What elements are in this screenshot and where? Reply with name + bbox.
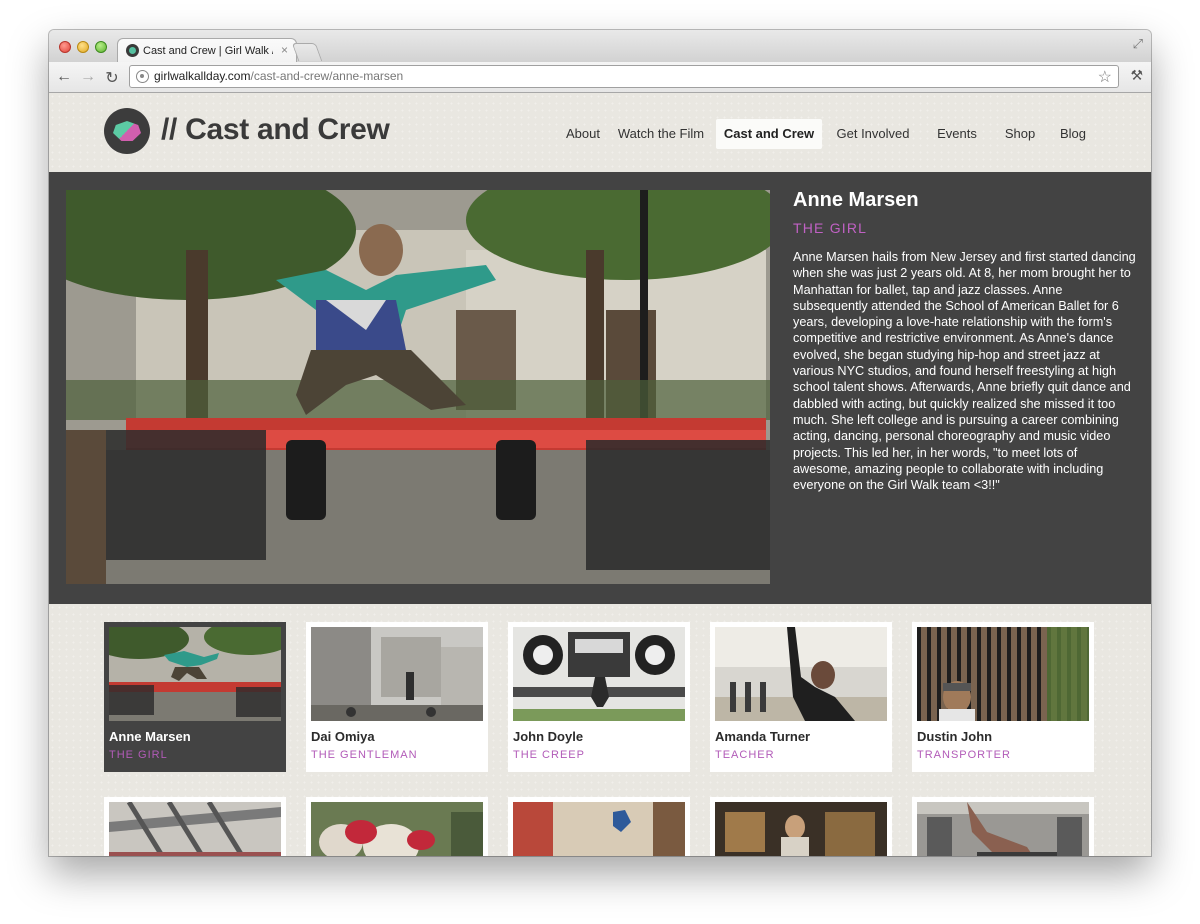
tab-close-icon[interactable]: × xyxy=(281,43,288,57)
minimize-window-button[interactable] xyxy=(77,41,89,53)
tab-title: Cast and Crew | Girl Walk // xyxy=(143,45,273,57)
zoom-window-button[interactable] xyxy=(95,41,107,53)
cast-card[interactable]: Dustin John TRANSPORTER xyxy=(912,622,1094,772)
nav-cast-and-crew[interactable]: Cast and Crew xyxy=(716,119,822,149)
cast-photo xyxy=(715,627,887,721)
forward-icon[interactable]: → xyxy=(79,68,97,86)
url-domain: girlwalkallday.com xyxy=(154,69,251,83)
cast-photo xyxy=(513,802,685,856)
web-page: // Cast and Crew About Watch the Film Ca… xyxy=(49,93,1151,856)
cast-card[interactable] xyxy=(508,797,690,856)
cast-card[interactable]: John Doyle THE CREEP xyxy=(508,622,690,772)
cast-role: THE GIRL xyxy=(109,749,168,761)
cast-card[interactable] xyxy=(306,797,488,856)
globe-icon xyxy=(136,70,149,83)
cast-photo xyxy=(917,802,1089,856)
nav-blog[interactable]: Blog xyxy=(1054,119,1092,149)
back-icon[interactable]: ← xyxy=(55,68,73,86)
cast-card[interactable] xyxy=(912,797,1094,856)
cast-name: Amanda Turner xyxy=(715,729,811,744)
cast-card[interactable]: Amanda Turner TEACHER xyxy=(710,622,892,772)
cast-name: Dustin John xyxy=(917,729,993,744)
cast-role: TEACHER xyxy=(715,749,775,761)
favicon-icon xyxy=(126,44,139,57)
featured-photo xyxy=(66,190,770,584)
cast-card[interactable]: Dai Omiya THE GENTLEMAN xyxy=(306,622,488,772)
cast-photo xyxy=(715,802,887,856)
featured-cast-panel: Anne Marsen THE GIRL Anne Marsen hails f… xyxy=(49,172,1151,604)
bookmark-star-icon[interactable]: ☆ xyxy=(1098,67,1112,87)
cast-role: THE GENTLEMAN xyxy=(311,749,418,761)
cast-card[interactable] xyxy=(710,797,892,856)
featured-role: THE GIRL xyxy=(793,220,868,236)
cast-photo xyxy=(917,627,1089,721)
site-logo[interactable] xyxy=(104,108,150,154)
cast-photo xyxy=(311,802,483,856)
new-tab-button[interactable] xyxy=(291,43,323,61)
cast-role: TRANSPORTER xyxy=(917,749,1011,761)
fullscreen-icon[interactable]: ⤢ xyxy=(1133,36,1143,52)
cast-name: Anne Marsen xyxy=(109,729,191,744)
title-bar: Cast and Crew | Girl Walk // × ⤢ xyxy=(49,30,1151,63)
reload-icon[interactable]: ↻ xyxy=(103,68,121,88)
nav-about[interactable]: About xyxy=(558,119,608,149)
nav-watch-the-film[interactable]: Watch the Film xyxy=(614,119,708,149)
address-bar[interactable]: girlwalkallday.com/cast-and-crew/anne-ma… xyxy=(129,65,1119,88)
browser-tab[interactable]: Cast and Crew | Girl Walk // × xyxy=(117,38,297,63)
featured-bio: Anne Marsen hails from New Jersey and fi… xyxy=(793,250,1136,493)
page-title: // Cast and Crew xyxy=(161,113,390,146)
url-path: /cast-and-crew/anne-marsen xyxy=(250,69,404,83)
cast-photo xyxy=(109,802,281,856)
cast-role: THE CREEP xyxy=(513,749,585,761)
cast-card[interactable] xyxy=(104,797,286,856)
cast-name: John Doyle xyxy=(513,729,584,744)
wrench-icon[interactable]: ⚒ xyxy=(1130,67,1143,84)
nav-get-involved[interactable]: Get Involved xyxy=(831,119,915,149)
cast-photo xyxy=(109,627,281,721)
url-text: girlwalkallday.com/cast-and-crew/anne-ma… xyxy=(154,69,403,83)
cast-name: Dai Omiya xyxy=(311,729,375,744)
nav-shop[interactable]: Shop xyxy=(999,119,1041,149)
cast-photo xyxy=(513,627,685,721)
nav-events[interactable]: Events xyxy=(929,119,985,149)
browser-window: Cast and Crew | Girl Walk // × ⤢ ← → ↻ g… xyxy=(49,30,1151,856)
featured-name: Anne Marsen xyxy=(793,189,919,211)
cast-card[interactable]: Anne Marsen THE GIRL xyxy=(104,622,286,772)
close-window-button[interactable] xyxy=(59,41,71,53)
browser-toolbar: ← → ↻ girlwalkallday.com/cast-and-crew/a… xyxy=(49,62,1151,93)
site-header: // Cast and Crew About Watch the Film Ca… xyxy=(49,93,1151,172)
jacket-logo-icon xyxy=(113,121,141,141)
cast-photo xyxy=(311,627,483,721)
